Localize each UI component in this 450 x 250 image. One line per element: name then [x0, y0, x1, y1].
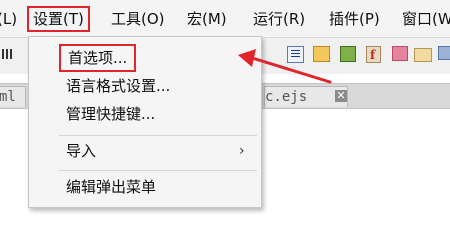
menu-window[interactable]: 窗口(W: [402, 7, 450, 31]
globe-icon[interactable]: [438, 46, 450, 60]
menu-separator: [59, 135, 257, 136]
menu-separator: [59, 170, 257, 171]
menu-item-style-configurator[interactable]: 语言格式设置...: [66, 75, 170, 97]
settings-dropdown: 首选项... 语言格式设置... 管理快捷键... 导入 › 编辑弹出菜单: [28, 36, 262, 208]
tab-file-2[interactable]: c.ejs ✕: [264, 86, 348, 107]
open-folder-icon[interactable]: [414, 48, 432, 62]
view-icon[interactable]: [2, 46, 18, 62]
folder-icon[interactable]: [313, 46, 330, 62]
chevron-right-icon: ›: [239, 143, 245, 159]
function-icon[interactable]: f: [366, 46, 381, 63]
tab-label: c.ejs: [265, 89, 308, 105]
menu-item-shortcut-mapper[interactable]: 管理快捷键...: [66, 103, 155, 125]
menu-item-import[interactable]: 导入: [66, 140, 96, 162]
menu-settings[interactable]: 设置(T): [27, 6, 90, 32]
menu-tools[interactable]: 工具(O): [111, 7, 165, 31]
tab-label: ml: [0, 89, 16, 105]
image-icon[interactable]: [340, 46, 356, 62]
format-icon[interactable]: [287, 46, 304, 63]
menu-run[interactable]: 运行(R): [253, 7, 305, 31]
menu-macro[interactable]: 宏(M): [187, 7, 227, 31]
menu-plugins[interactable]: 插件(P): [329, 7, 380, 31]
tab-file-1[interactable]: ml: [0, 86, 26, 107]
bookmark-icon[interactable]: [392, 46, 408, 61]
menu-lang[interactable]: (L): [0, 7, 17, 31]
close-icon[interactable]: ✕: [335, 90, 347, 102]
menu-item-preferences[interactable]: 首选项...: [59, 44, 137, 72]
menu-item-edit-popup-menu[interactable]: 编辑弹出菜单: [66, 176, 156, 198]
menu-bar: (L) 设置(T) 工具(O) 宏(M) 运行(R) 插件(P) 窗口(W: [0, 0, 450, 38]
